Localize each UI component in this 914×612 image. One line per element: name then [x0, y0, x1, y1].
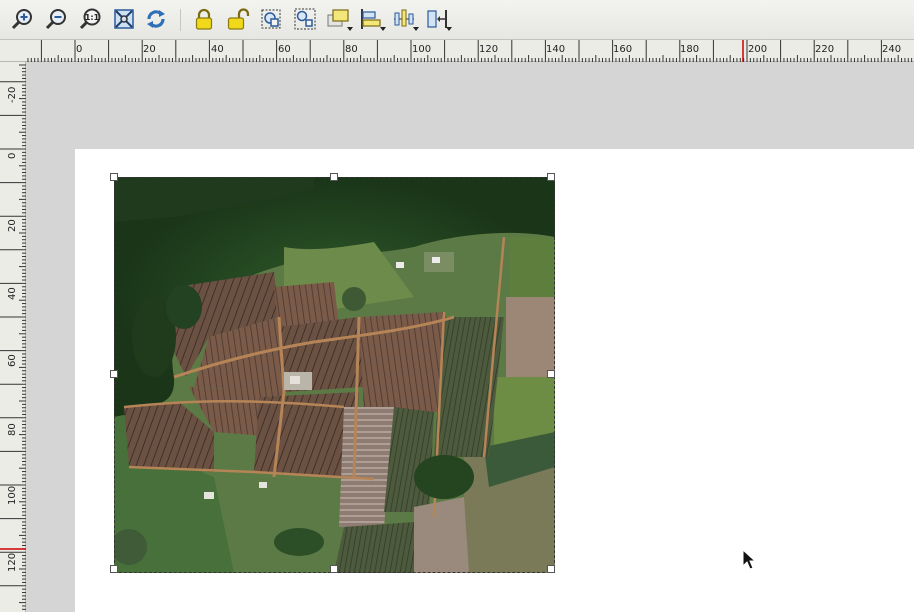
lock-icon	[195, 8, 213, 30]
resize-handle-bottom-left[interactable]	[110, 565, 118, 573]
ruler-h-label: 120	[479, 44, 498, 55]
composer-toolbar: 1:1	[0, 0, 914, 40]
resize-handle-bottom[interactable]	[330, 565, 338, 573]
ruler-v-label: -20	[7, 87, 18, 103]
ruler-h-label: 80	[345, 44, 358, 55]
ruler-h-label: 0	[76, 44, 82, 55]
ruler-h-label: 40	[211, 44, 224, 55]
dropdown-arrow-icon	[446, 27, 452, 31]
ruler-v-label: 40	[7, 287, 18, 300]
unlock-icon	[227, 8, 250, 30]
ruler-v-label: 0	[7, 153, 18, 159]
lock-items-button[interactable]	[191, 6, 217, 32]
zoom-in-button[interactable]	[9, 6, 35, 32]
resize-handle-top-right[interactable]	[547, 173, 555, 181]
ruler-h-label: 20	[143, 44, 156, 55]
ruler-v-label: 80	[7, 423, 18, 436]
ruler-v-label: 60	[7, 354, 18, 367]
ruler-h-label: 220	[815, 44, 834, 55]
ruler-v-label: 100	[7, 486, 18, 505]
aerial-map-image	[114, 177, 555, 573]
resize-handle-top[interactable]	[330, 173, 338, 181]
ruler-h-label: 140	[546, 44, 565, 55]
zoom-actual-button[interactable]: 1:1	[77, 6, 103, 32]
ungroup-items-button[interactable]	[292, 6, 318, 32]
zoom-actual-label: 1:1	[85, 13, 100, 22]
raise-items-button[interactable]	[325, 6, 353, 32]
unlock-items-button[interactable]	[225, 6, 251, 32]
group-icon	[261, 9, 281, 29]
zoom-in-icon	[11, 9, 32, 30]
ruler-h-label: 240	[882, 44, 901, 55]
mouse-pointer-icon	[742, 549, 756, 570]
zoom-out-icon	[45, 9, 66, 30]
refresh-button[interactable]	[143, 6, 169, 32]
distribute-button[interactable]	[391, 6, 419, 32]
dropdown-arrow-icon	[347, 27, 353, 31]
ruler-h-label: 180	[680, 44, 699, 55]
group-items-button[interactable]	[258, 6, 284, 32]
zoom-full-button[interactable]	[111, 6, 137, 32]
zoom-1-1-icon: 1:1	[79, 8, 101, 30]
zoom-out-button[interactable]	[43, 6, 69, 32]
resize-handle-top-left[interactable]	[110, 173, 118, 181]
ruler-v-label: 20	[7, 219, 18, 232]
zoom-full-extent-icon	[114, 9, 134, 29]
align-left-button[interactable]	[358, 6, 386, 32]
dropdown-arrow-icon	[380, 27, 386, 31]
ruler-h-label: 100	[412, 44, 431, 55]
resize-handle-bottom-right[interactable]	[547, 565, 555, 573]
vertical-ruler[interactable]: -20 0 20 40 60 80 100 120	[0, 62, 26, 612]
refresh-icon	[147, 10, 165, 28]
ruler-h-label: 160	[613, 44, 632, 55]
ruler-h-label: 60	[278, 44, 291, 55]
dropdown-arrow-icon	[413, 27, 419, 31]
ungroup-icon	[294, 8, 316, 30]
map-item[interactable]	[114, 177, 555, 573]
ruler-v-label: 120	[7, 553, 18, 572]
resize-button[interactable]	[424, 6, 452, 32]
resize-handle-left[interactable]	[110, 370, 118, 378]
resize-handle-right[interactable]	[547, 370, 555, 378]
horizontal-ruler[interactable]: 0 20 40 60 80 100 120 140 160 180 200 22…	[0, 40, 914, 62]
toolbar-separator	[180, 9, 181, 31]
ruler-h-label: 200	[748, 44, 767, 55]
composer-canvas[interactable]	[26, 62, 914, 612]
